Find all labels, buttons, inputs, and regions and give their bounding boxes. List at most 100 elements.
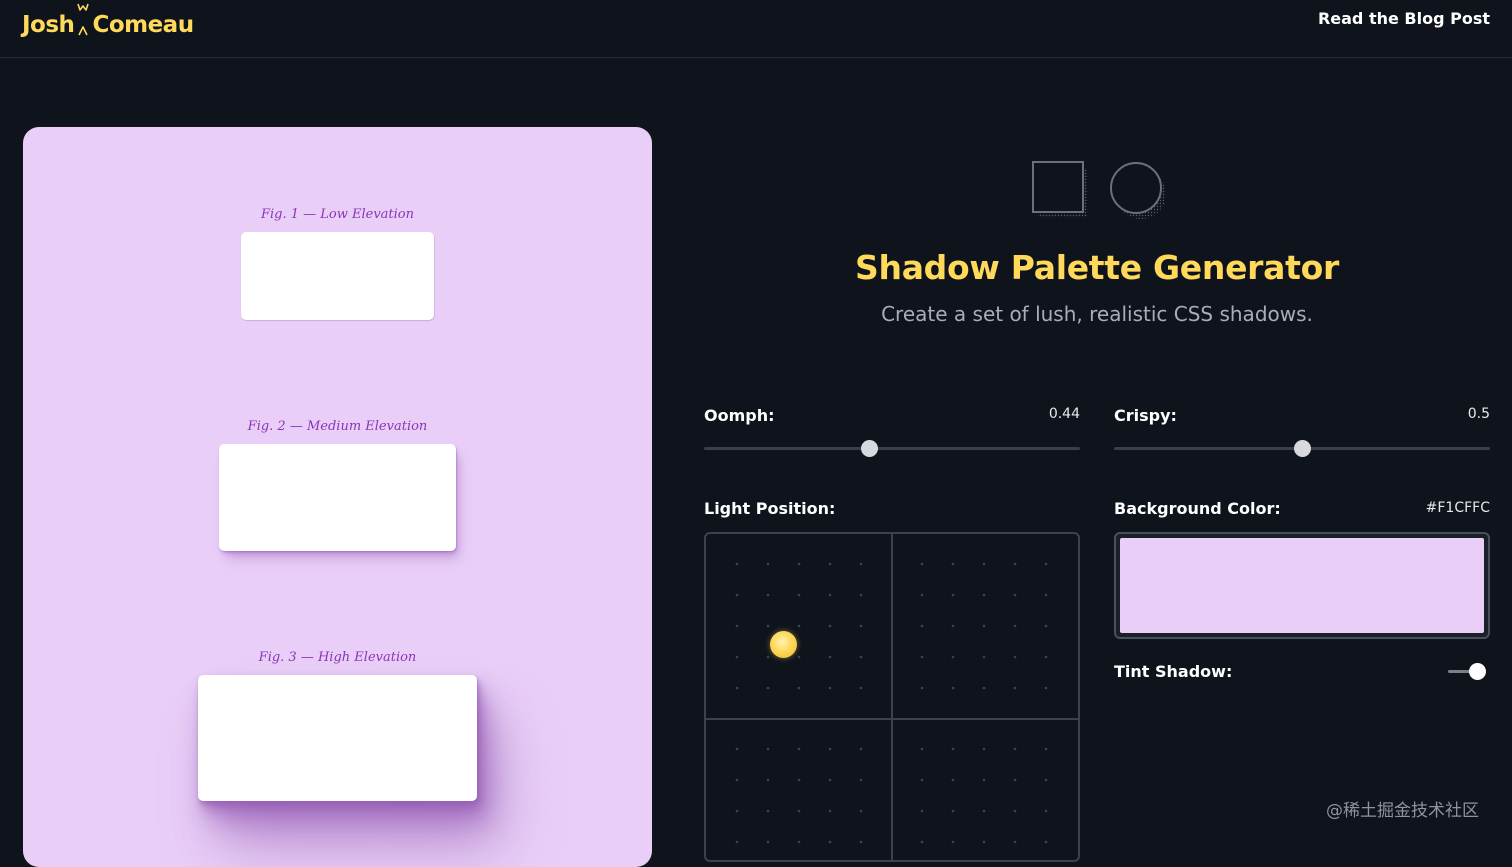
- background-color-swatch: [1120, 538, 1484, 633]
- light-pad-dot: [920, 686, 924, 690]
- oomph-slider-thumb[interactable]: [861, 440, 879, 457]
- light-pad-dot: [1044, 778, 1048, 782]
- light-pad-dot: [982, 624, 986, 628]
- square-shadow-icon: [1032, 161, 1088, 218]
- light-pad-dot: [951, 840, 955, 844]
- crispy-label: Crispy:: [1114, 406, 1177, 425]
- light-pad-dot: [951, 624, 955, 628]
- light-source-handle[interactable]: [770, 631, 797, 658]
- light-pad-dot: [766, 686, 770, 690]
- crispy-slider-thumb[interactable]: [1294, 440, 1311, 457]
- light-pad-dot: [735, 747, 739, 751]
- fig-caption-high: Fig. 3 — High Elevation: [258, 650, 417, 665]
- light-pad-dot: [920, 778, 924, 782]
- hero-icons: [1030, 160, 1170, 222]
- light-pad-dot: [797, 655, 801, 659]
- light-pad-dot: [766, 655, 770, 659]
- light-pad-dot: [859, 686, 863, 690]
- light-pad-dot: [735, 686, 739, 690]
- light-pad-dot: [766, 593, 770, 597]
- light-pad-dot: [828, 624, 832, 628]
- page-title: Shadow Palette Generator: [855, 248, 1339, 287]
- light-pad-dot: [951, 778, 955, 782]
- light-pad-dot: [859, 778, 863, 782]
- watermark: @稀土掘金技术社区: [1326, 801, 1479, 821]
- logo-last-name: Comeau: [92, 12, 194, 38]
- light-pad-dot: [828, 809, 832, 813]
- light-pad-dot: [735, 593, 739, 597]
- light-pad-dot: [735, 562, 739, 566]
- low-elevation-card: [241, 232, 434, 320]
- light-position-label: Light Position:: [704, 499, 836, 518]
- light-pad-dot: [735, 778, 739, 782]
- light-pad-dot: [1013, 655, 1017, 659]
- light-pad-dot: [1044, 686, 1048, 690]
- light-pad-dot: [982, 809, 986, 813]
- oomph-label: Oomph:: [704, 406, 775, 425]
- light-pad-dot: [1013, 747, 1017, 751]
- tint-shadow-toggle[interactable]: [1448, 662, 1486, 682]
- read-blog-post-link[interactable]: Read the Blog Post: [1318, 9, 1490, 28]
- light-pad-dot: [828, 655, 832, 659]
- light-pad-dot: [859, 655, 863, 659]
- light-pad-dot: [797, 624, 801, 628]
- crispy-slider[interactable]: [1114, 440, 1490, 457]
- light-pad-dot: [920, 809, 924, 813]
- medium-elevation-card: [219, 444, 456, 551]
- light-pad-dot: [920, 840, 924, 844]
- light-pad-dot: [1044, 593, 1048, 597]
- light-pad-dot: [828, 562, 832, 566]
- light-pad-dot: [920, 593, 924, 597]
- light-pad-dot: [828, 686, 832, 690]
- light-pad-dot: [735, 624, 739, 628]
- light-pad-dot: [982, 747, 986, 751]
- logo-first-name: Josh: [22, 12, 75, 38]
- light-pad-dot: [982, 686, 986, 690]
- light-pad-dot: [982, 562, 986, 566]
- light-pad-dot: [797, 840, 801, 844]
- light-pad-dot: [859, 593, 863, 597]
- background-color-picker[interactable]: [1114, 532, 1490, 639]
- light-pad-dot: [735, 840, 739, 844]
- light-pad-dot: [735, 655, 739, 659]
- circle-shadow-icon: [1110, 162, 1166, 219]
- light-pad-dot: [859, 840, 863, 844]
- light-pad-dot: [1013, 840, 1017, 844]
- light-pad-dot: [1013, 624, 1017, 628]
- background-color-label: Background Color:: [1114, 499, 1281, 518]
- light-pad-dot: [766, 747, 770, 751]
- light-pad-dot: [828, 747, 832, 751]
- fig-caption-low: Fig. 1 — Low Elevation: [260, 207, 415, 222]
- light-pad-dot: [859, 809, 863, 813]
- oomph-slider[interactable]: [704, 440, 1080, 457]
- light-pad-dot: [797, 686, 801, 690]
- light-pad-dot: [951, 655, 955, 659]
- logo-mark-icon: [76, 2, 90, 38]
- light-pad-dot: [1044, 655, 1048, 659]
- light-pad-dot: [920, 747, 924, 751]
- light-pad-dot: [1013, 778, 1017, 782]
- site-logo[interactable]: Josh Comeau: [22, 2, 194, 38]
- light-pad-dot: [797, 562, 801, 566]
- light-pad-dot: [859, 562, 863, 566]
- light-pad-dot: [735, 809, 739, 813]
- light-pad-dot: [797, 809, 801, 813]
- light-pad-dot: [951, 809, 955, 813]
- shadow-preview-panel: Fig. 1 — Low Elevation Fig. 2 — Medium E…: [23, 127, 652, 867]
- light-pad-dot: [828, 778, 832, 782]
- light-pad-dot: [828, 840, 832, 844]
- site-header: Josh Comeau Read the Blog Post: [0, 0, 1512, 58]
- light-pad-dot: [951, 747, 955, 751]
- light-pad-dot: [859, 624, 863, 628]
- light-pad-dot: [982, 593, 986, 597]
- light-pad-dot: [920, 624, 924, 628]
- fig-caption-medium: Fig. 2 — Medium Elevation: [247, 419, 428, 434]
- light-pad-dot: [920, 655, 924, 659]
- light-pad-dot: [1044, 747, 1048, 751]
- oomph-value: 0.44: [1048, 406, 1080, 422]
- light-pad-dot: [1044, 624, 1048, 628]
- light-position-pad[interactable]: [704, 532, 1080, 862]
- light-pad-vertical-axis: [891, 534, 893, 860]
- light-pad-dot: [920, 562, 924, 566]
- light-pad-dot: [766, 624, 770, 628]
